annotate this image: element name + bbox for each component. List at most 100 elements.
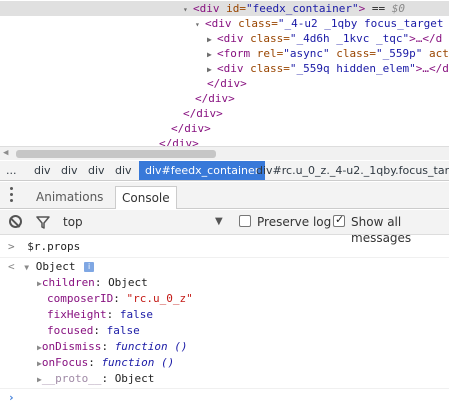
prop-key: composerID bbox=[47, 292, 114, 305]
tree-close-tag[interactable]: </div> bbox=[171, 121, 211, 136]
tree-node-feedx-container[interactable]: ▾ <div id="feedx_container"> == $0 bbox=[0, 1, 449, 16]
attr-name: act bbox=[422, 47, 449, 60]
attr-value: "_4d6h _1kvc _tqc" bbox=[289, 32, 410, 45]
clear-console-icon[interactable] bbox=[9, 215, 22, 228]
attr-value: "feedx_container" bbox=[246, 2, 359, 15]
breadcrumb: ... div div div div div#feedx_container … bbox=[0, 161, 449, 181]
prop-value: "rc.u_0_z" bbox=[126, 292, 193, 305]
attr-value: "_559q hidden_elem" bbox=[289, 62, 416, 75]
tag-open: <div bbox=[217, 62, 251, 75]
scrollbar-thumb[interactable] bbox=[16, 150, 216, 158]
breadcrumb-item-active[interactable]: div#feedx_container bbox=[139, 161, 266, 180]
tag-close: </div> bbox=[159, 137, 199, 146]
expand-triangle-icon[interactable]: ▶ bbox=[207, 62, 217, 77]
object-label: Object bbox=[35, 260, 76, 273]
tag-close: </div> bbox=[171, 122, 211, 135]
separator bbox=[0, 388, 449, 389]
horizontal-scrollbar[interactable]: ◀ bbox=[0, 146, 449, 160]
prop-colon: : bbox=[101, 340, 109, 353]
prop-colon: : bbox=[93, 324, 100, 337]
context-selector[interactable]: top bbox=[63, 214, 83, 230]
tree-close-tag[interactable]: </div> bbox=[195, 91, 235, 106]
attr-name: rel= bbox=[256, 47, 284, 60]
prop-colon: : bbox=[94, 276, 102, 289]
prop-colon: : bbox=[88, 356, 95, 369]
console-object-root[interactable]: < ▼ Object i bbox=[8, 259, 95, 275]
attr-name: class= bbox=[238, 17, 278, 30]
scroll-left-icon[interactable]: ◀ bbox=[3, 148, 8, 158]
attr-name: class= bbox=[250, 62, 290, 75]
attr-name: class= bbox=[250, 32, 290, 45]
selected-marker: == bbox=[365, 2, 392, 15]
tag-close: >…</div> bbox=[415, 62, 449, 75]
prop-key: fixHeight bbox=[47, 308, 107, 321]
collapse-triangle-icon[interactable]: ▾ bbox=[183, 2, 193, 17]
drawer-tabbar: Animations Console bbox=[0, 182, 449, 209]
prompt-caret-icon: › bbox=[8, 391, 15, 404]
separator bbox=[0, 257, 449, 258]
tag-open: <div bbox=[193, 2, 227, 15]
prop-key: focused bbox=[47, 324, 94, 337]
chevron-down-icon[interactable]: ▼ bbox=[215, 216, 223, 227]
breadcrumb-item[interactable]: div#rc.u_0_z._4-u2._1qby.focus_target._4 bbox=[256, 161, 449, 180]
attr-value: "_559p" bbox=[375, 47, 423, 60]
tag-close: </div> bbox=[183, 107, 223, 120]
tree-close-tag[interactable]: </div> bbox=[183, 106, 223, 121]
prop-row[interactable]: ▶onFocus: function () bbox=[37, 355, 174, 371]
breadcrumb-ellipsis[interactable]: ... bbox=[6, 161, 17, 180]
tab-animations[interactable]: Animations bbox=[30, 186, 109, 209]
prop-row: focused: false bbox=[47, 323, 140, 339]
attr-value: "_4-u2 _1qby focus_target bbox=[277, 17, 444, 30]
tree-node-4d6h[interactable]: ▶ <div class="_4d6h _1kvc _tqc">…</d bbox=[207, 31, 442, 46]
tag-open: <div bbox=[205, 17, 239, 30]
prop-row[interactable]: ▶onDismiss: function () bbox=[37, 339, 188, 355]
more-options-icon[interactable] bbox=[10, 187, 14, 205]
prop-colon: : bbox=[101, 372, 109, 385]
prop-value: function () bbox=[101, 356, 175, 369]
expand-triangle-icon[interactable]: ▶ bbox=[207, 32, 217, 47]
prop-key: __proto__ bbox=[41, 372, 102, 385]
output-arrow-icon: < bbox=[8, 260, 15, 273]
preserve-log-label[interactable]: Preserve log bbox=[257, 214, 331, 230]
attr-name: class= bbox=[329, 47, 376, 60]
prop-value: Object bbox=[114, 372, 155, 385]
prop-key: onFocus bbox=[41, 356, 89, 369]
collapse-triangle-icon[interactable]: ▾ bbox=[195, 17, 205, 32]
attr-name: id= bbox=[226, 2, 246, 15]
console-toolbar: top ▼ Preserve log Show all messages bbox=[0, 210, 449, 245]
tab-console[interactable]: Console bbox=[115, 186, 177, 209]
expand-triangle-icon[interactable]: ▶ bbox=[207, 47, 217, 62]
console-input-line[interactable]: › bbox=[8, 390, 15, 406]
command-text[interactable]: $r.props bbox=[27, 240, 80, 253]
prop-value: Object bbox=[108, 276, 148, 289]
filter-icon[interactable] bbox=[36, 216, 50, 229]
show-all-messages-checkbox[interactable] bbox=[333, 213, 345, 227]
tree-node-559q[interactable]: ▶<div class="_559q hidden_elem">…</div> bbox=[207, 61, 449, 76]
console-output: > $r.props < ▼ Object i ▶children: Objec… bbox=[0, 236, 449, 409]
tag-open: <form bbox=[217, 47, 257, 60]
breadcrumb-item[interactable]: div bbox=[34, 161, 51, 180]
breadcrumb-item[interactable]: div bbox=[88, 161, 105, 180]
prop-row: fixHeight: false bbox=[47, 307, 153, 323]
elements-tree: ▾ <div id="feedx_container"> == $0 ▾ <div … bbox=[0, 0, 449, 146]
prop-row[interactable]: ▶__proto__: Object bbox=[37, 371, 154, 387]
preserve-log-checkbox[interactable] bbox=[239, 215, 251, 227]
tree-close-tag[interactable]: </div> bbox=[207, 76, 247, 91]
collapse-triangle-icon[interactable]: ▼ bbox=[24, 263, 29, 272]
tree-close-tag[interactable]: </div> bbox=[159, 136, 199, 146]
prop-key: onDismiss bbox=[41, 340, 102, 353]
tree-node-focus-target[interactable]: ▾ <div class="_4-u2 _1qby focus_target bbox=[195, 16, 443, 31]
tag-close: >…</d bbox=[409, 32, 443, 45]
breadcrumb-item[interactable]: div bbox=[61, 161, 78, 180]
prop-value: function () bbox=[114, 340, 188, 353]
info-icon[interactable]: i bbox=[84, 262, 95, 272]
tree-node-form[interactable]: ▶ <form rel="async" class="_559p" act bbox=[207, 46, 449, 61]
breadcrumb-item[interactable]: div bbox=[115, 161, 132, 180]
input-prompt: > bbox=[8, 240, 15, 253]
tag-close: </div> bbox=[207, 77, 247, 90]
prop-row[interactable]: ▶children: Object bbox=[37, 275, 148, 291]
prop-colon: : bbox=[113, 292, 120, 305]
dollar-zero: $0 bbox=[391, 2, 405, 15]
prop-value: false bbox=[106, 324, 140, 337]
console-command-line: > $r.props bbox=[8, 239, 80, 255]
